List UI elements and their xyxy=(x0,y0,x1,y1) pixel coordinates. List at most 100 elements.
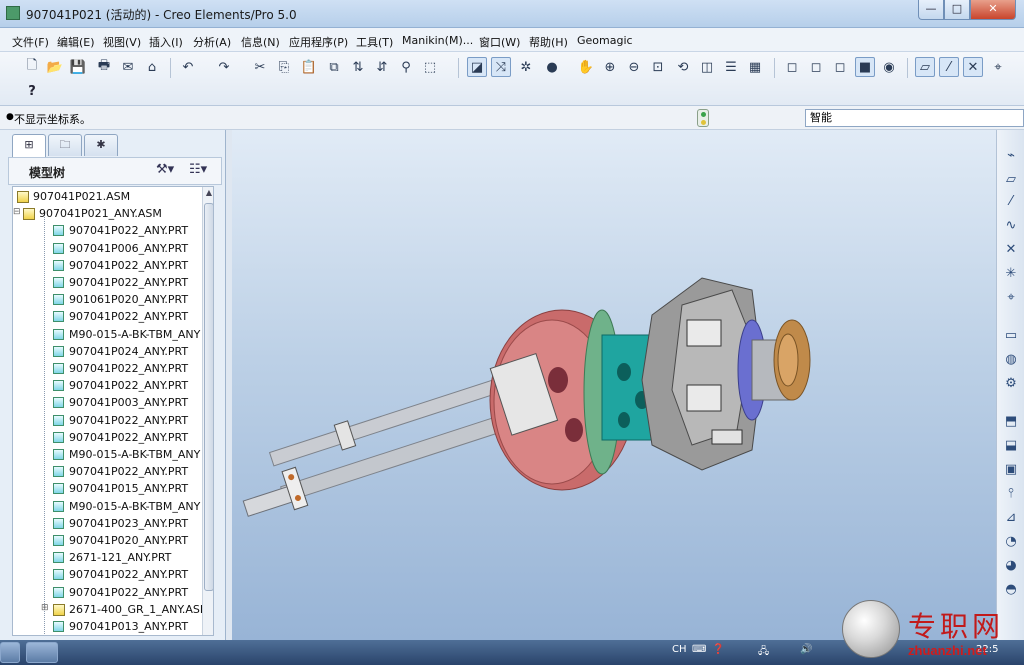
menu-insert[interactable]: 插入(I) xyxy=(149,34,183,50)
tree-item[interactable]: 907041P022_ANY.PRT xyxy=(13,566,201,583)
saved-views-icon[interactable]: ◫ xyxy=(697,57,717,77)
datum-point-offset-icon[interactable]: ✳ xyxy=(1001,264,1021,284)
menu-info[interactable]: 信息(N) xyxy=(241,34,280,50)
show-icon[interactable]: ☷▾ xyxy=(189,162,207,177)
scroll-up-icon[interactable]: ▲ xyxy=(204,188,213,200)
spin-center-icon[interactable]: ✲ xyxy=(516,57,536,77)
shrinkwrap-icon[interactable]: ◔ xyxy=(1001,532,1021,552)
tree-item[interactable]: M90-015-A-BK-TBM_ANY xyxy=(13,498,201,515)
tree-item[interactable]: M90-015-A-BK-TBM_ANY xyxy=(13,326,201,343)
zoom-in-icon[interactable]: ⊕ xyxy=(600,57,620,77)
hidden-line-icon[interactable]: ◻ xyxy=(806,57,826,77)
tree-item[interactable]: 907041P022_ANY.PRT xyxy=(13,360,201,377)
copy-geometry-icon[interactable]: ⊿ xyxy=(1001,508,1021,528)
send-folder-icon[interactable]: ⌂ xyxy=(142,57,162,77)
minimize-button[interactable]: — xyxy=(918,0,944,20)
volume-icon[interactable]: 🔊 xyxy=(800,644,812,655)
tree-item[interactable]: 907041P021.ASM xyxy=(13,188,201,205)
sketch-icon[interactable]: ⌁ xyxy=(1001,146,1021,166)
pan-icon[interactable]: ✋ xyxy=(576,57,596,77)
wireframe-icon[interactable]: ◻ xyxy=(782,57,802,77)
taskbar-app-creo[interactable] xyxy=(26,642,58,663)
paste-icon[interactable]: 📋 xyxy=(299,57,319,77)
refit-icon[interactable]: ⊡ xyxy=(648,57,668,77)
redo-icon[interactable]: ↷ xyxy=(214,57,234,77)
tree-item[interactable]: ⊞ 2671-400_GR_1_ANY.ASM xyxy=(13,601,209,618)
scrollbar-thumb[interactable] xyxy=(204,203,213,591)
menu-view[interactable]: 视图(V) xyxy=(103,34,141,50)
new-file-icon[interactable]: 🗋 xyxy=(22,57,42,77)
zoom-out-icon[interactable]: ⊖ xyxy=(624,57,644,77)
datum-plane-icon[interactable]: ▱ xyxy=(1001,170,1021,190)
tree-item[interactable]: M90-015-A-BK-TBM_ANY xyxy=(13,446,201,463)
tree-item[interactable]: 907041P013_ANY.PRT xyxy=(13,618,201,635)
tree-scrollbar[interactable]: ▲ xyxy=(202,187,213,635)
regen-manager-icon[interactable]: ⇵ xyxy=(372,57,392,77)
menu-help[interactable]: 帮助(H) xyxy=(529,34,568,50)
tree-item[interactable]: 907041P022_ANY.PRT xyxy=(13,257,201,274)
shaded-icon[interactable]: ■ xyxy=(855,57,875,77)
tree-item[interactable]: 907041P022_ANY.PRT xyxy=(13,463,201,480)
create-component-icon[interactable]: ⬒ xyxy=(1001,412,1021,432)
regeneration-status-icon[interactable] xyxy=(697,109,709,127)
package-icon[interactable]: ⬓ xyxy=(1001,436,1021,456)
tree-item[interactable]: 907041P022_ANY.PRT xyxy=(13,412,201,429)
copy-icon[interactable]: ⎘ xyxy=(274,57,294,77)
datum-axis-icon[interactable]: ⁄ xyxy=(1001,192,1021,212)
tree-item[interactable]: ⊟ 907041P021_ANY.ASM xyxy=(13,205,201,222)
layers-icon[interactable]: ☰ xyxy=(721,57,741,77)
settings-icon[interactable]: ⚒▾ xyxy=(156,162,174,177)
shading-icon[interactable]: ● xyxy=(542,57,562,77)
tree-item[interactable]: 907041P022_ANY.PRT xyxy=(13,222,201,239)
tree-item[interactable]: 901061P020_ANY.PRT xyxy=(13,291,201,308)
pattern-icon[interactable]: ▣ xyxy=(1001,460,1021,480)
open-file-icon[interactable]: 📂 xyxy=(45,57,65,77)
menu-file[interactable]: 文件(F) xyxy=(12,34,49,50)
flexible-icon[interactable]: ◕ xyxy=(1001,556,1021,576)
datum-planes-icon[interactable]: ▱ xyxy=(915,57,935,77)
datum-curve-icon[interactable]: ∿ xyxy=(1001,216,1021,236)
menu-window[interactable]: 窗口(W) xyxy=(479,34,520,50)
undo-icon[interactable]: ↶ xyxy=(178,57,198,77)
menu-geomagic[interactable]: Geomagic xyxy=(577,34,633,47)
expand-icon[interactable]: ⊞ xyxy=(41,603,49,613)
datum-point-icon[interactable]: ✕ xyxy=(1001,240,1021,260)
tree-item[interactable]: 907041P022_ANY.PRT xyxy=(13,308,201,325)
appearance-icon[interactable]: ▦ xyxy=(745,57,765,77)
no-hidden-icon[interactable]: ◻ xyxy=(830,57,850,77)
datum-axes-icon[interactable]: ⁄ xyxy=(939,57,959,77)
mirror-icon[interactable]: ⫯ xyxy=(1001,484,1021,504)
datum-points-icon[interactable]: ✕ xyxy=(963,57,983,77)
help-tray-icon[interactable]: ❓ xyxy=(712,644,724,655)
tab-favorites[interactable]: ✱ xyxy=(84,134,118,156)
menu-applications[interactable]: 应用程序(P) xyxy=(289,34,348,50)
keyboard-icon[interactable]: ⌨ xyxy=(692,644,706,655)
regenerate-icon[interactable]: ⇅ xyxy=(348,57,368,77)
context-help-icon[interactable]: ? xyxy=(22,82,42,102)
selection-filter-select[interactable]: 智能 xyxy=(805,109,1024,127)
reorient-icon[interactable]: ⟲ xyxy=(673,57,693,77)
save-icon[interactable]: 💾 xyxy=(68,57,88,77)
network-icon[interactable]: 🖧 xyxy=(758,644,769,661)
tree-item[interactable]: 907041P022_ANY.PRT xyxy=(13,429,201,446)
tree-item[interactable]: 907041P003_ANY.PRT xyxy=(13,394,201,411)
collapse-icon[interactable]: ⊟ xyxy=(13,207,21,217)
language-indicator[interactable]: CH xyxy=(672,644,687,655)
find-icon[interactable]: ⚲ xyxy=(396,57,416,77)
tree-item[interactable]: 907041P022_ANY.PRT xyxy=(13,377,201,394)
maximize-button[interactable]: □ xyxy=(944,0,970,20)
paste-special-icon[interactable]: ⧉ xyxy=(324,57,344,77)
tree-item[interactable]: 907041P024_ANY.PRT xyxy=(13,343,201,360)
tree-item[interactable]: 907041P022_ANY.PRT xyxy=(13,584,201,601)
coordinate-systems-icon[interactable]: ⌖ xyxy=(988,57,1008,77)
menu-analysis[interactable]: 分析(A) xyxy=(193,34,231,50)
tree-item[interactable]: 907041P022_ANY.PRT xyxy=(13,274,201,291)
tree-item[interactable]: 907041P023_ANY.PRT xyxy=(13,515,201,532)
csys-icon[interactable]: ⌖ xyxy=(1001,288,1021,308)
select-box-icon[interactable]: ⬚ xyxy=(420,57,440,77)
email-icon[interactable]: ✉ xyxy=(118,57,138,77)
datum-display-icon[interactable]: ⤨ xyxy=(491,57,511,77)
insert-component-icon[interactable]: ◍ xyxy=(1001,350,1021,370)
view-manager-icon[interactable]: ◪ xyxy=(467,57,487,77)
tree-item[interactable]: 907041P015_ANY.PRT xyxy=(13,480,201,497)
